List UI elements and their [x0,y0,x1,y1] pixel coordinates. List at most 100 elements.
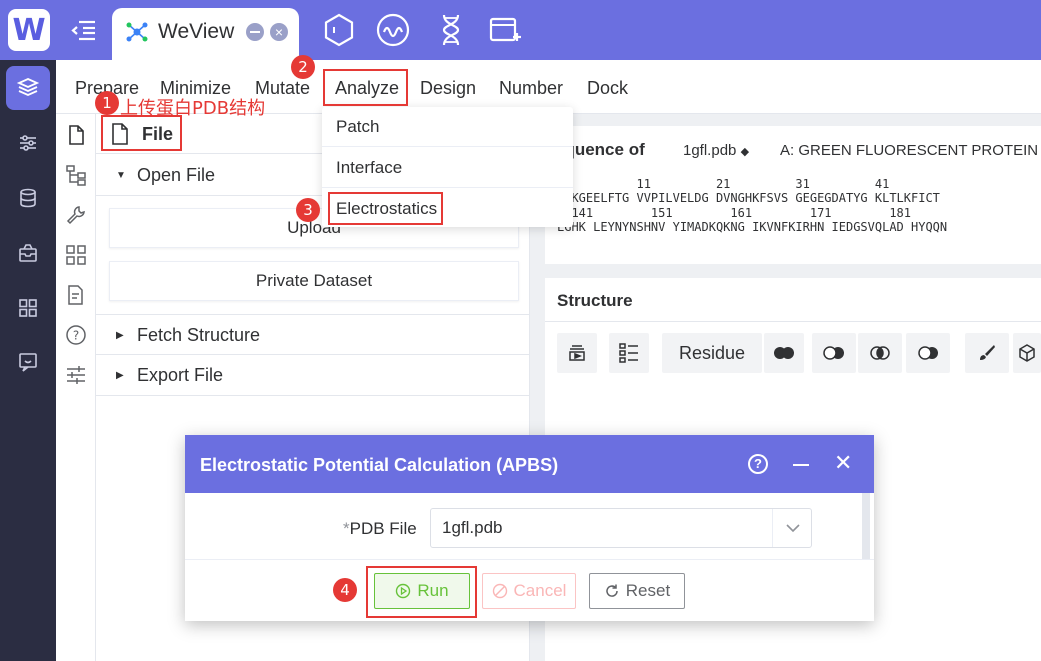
brush-icon [980,345,995,360]
list-view-button[interactable] [609,333,649,373]
open-file-label: Open File [137,165,216,185]
style-overlap-button[interactable] [858,333,902,373]
spheres-overlap-icon [870,346,890,360]
spheres-outline-icon [918,346,938,360]
sidebar-item-chat[interactable] [6,340,50,384]
sequence-chain-value: A: GREEN FLUORESCENT PROTEIN [780,142,1039,159]
grid-small-icon[interactable] [65,244,87,266]
divider [185,559,874,560]
menu-dock[interactable]: Dock [587,78,628,99]
hexagon-tool-icon[interactable] [321,12,357,48]
style-spacefill-button[interactable] [764,333,804,373]
panel-icon-column: ? [56,114,96,661]
reset-label: Reset [625,581,671,600]
document-export-icon[interactable] [65,284,87,306]
chevron-down-icon [786,524,800,533]
highlight-electrostatics [328,192,443,225]
tab-title: WeView [158,20,235,43]
sequence-number-row: 141 151 161 171 181 [557,206,912,220]
tab-weview[interactable]: WeView × [112,8,299,60]
sequence-number-row: 11 21 31 41 [557,177,890,191]
pdb-file-label: *PDB File [343,519,417,539]
pdb-file-value: 1gfl.pdb [442,518,503,537]
sequence-chain-select[interactable]: A: GREEN FLUORESCENT PROTEIN ◆ [780,142,1041,159]
fetch-structure-label: Fetch Structure [137,325,261,345]
list-icon [619,343,638,363]
pdb-file-select[interactable]: 1gfl.pdb [430,508,812,548]
sidebar-item-database[interactable] [6,176,50,220]
structure-title: Structure [557,291,633,310]
cancel-button[interactable]: Cancel [482,573,576,609]
new-window-icon[interactable] [487,12,523,48]
layer-toggle-button[interactable] [557,333,597,373]
sidebar-item-tools[interactable] [6,121,50,165]
file-icon[interactable] [65,124,87,146]
ban-icon [492,583,507,599]
caret-down-icon: ▼ [116,170,126,181]
step-badge-1: 1 [95,91,119,115]
pdb-file-label-text: PDB File [349,519,417,538]
helix-circle-icon[interactable] [375,12,411,48]
cube-stack-icon [16,78,40,96]
select-separator [772,509,773,547]
settings-sliders-icon[interactable] [65,364,87,386]
sequence-residue-row: LGHK LEYNYNSHNV YIMADKQKNG IKVNFKIRHN IE… [557,220,948,234]
grid-icon [19,299,37,317]
sidebar-item-apps[interactable] [6,286,50,330]
cube-button[interactable] [1013,333,1041,373]
highlight-analyze [323,69,408,106]
cube-icon [1019,344,1035,362]
required-mark: * [343,519,350,538]
style-outline-button[interactable] [906,333,950,373]
sidebar-item-structure[interactable] [6,66,50,110]
menu-design[interactable]: Design [420,78,476,99]
export-file-section[interactable]: ▶ Export File [96,355,530,396]
fetch-structure-section[interactable]: ▶ Fetch Structure [96,314,530,355]
step-badge-2: 2 [291,55,315,79]
svg-text:?: ? [73,329,79,343]
step-badge-3: 3 [296,198,320,222]
spheres-half-icon [823,346,844,360]
apbs-dialog: Electrostatic Potential Calculation (APB… [185,435,874,621]
caret-right-icon: ▶ [116,370,124,381]
wrench-icon[interactable] [65,204,87,226]
dialog-scrollbar[interactable] [862,493,870,559]
reset-button[interactable]: Reset [589,573,685,609]
refresh-icon [606,584,618,597]
highlight-run [366,566,477,618]
step-badge-4: 4 [333,578,357,602]
divider [545,321,1041,322]
app-logo: W [8,9,50,51]
sequence-file-select[interactable]: 1gfl.pdb ◆ [683,142,749,159]
sequence-file-value: 1gfl.pdb [683,142,737,159]
menu-toggle-icon[interactable] [70,18,98,42]
highlight-file [101,115,182,151]
inbox-icon [19,244,37,262]
sort-caret-icon: ◆ [740,146,750,158]
menu-item-interface[interactable]: Interface [322,148,573,188]
layers-icon [569,345,585,361]
help-circle-icon[interactable]: ? [748,454,768,474]
minimize-icon[interactable] [793,464,809,466]
private-dataset-button[interactable]: Private Dataset [109,261,519,301]
caret-right-icon: ▶ [116,330,124,341]
molecule-icon [126,22,148,42]
help-icon[interactable]: ? [65,324,87,346]
chat-icon [19,353,37,372]
dna-icon[interactable] [433,12,469,48]
paint-button[interactable] [965,333,1009,373]
spheres-filled-icon [774,347,794,359]
menu-item-patch[interactable]: Patch [322,107,573,147]
dialog-title: Electrostatic Potential Calculation (APB… [200,455,559,475]
export-file-label: Export File [137,365,224,385]
close-icon[interactable]: ✕ [834,452,852,474]
style-ballstick-button[interactable] [812,333,856,373]
tree-icon[interactable] [65,164,87,186]
sliders-icon [20,135,36,151]
residue-select-button[interactable]: Residue [662,333,762,373]
sidebar-item-inbox[interactable] [6,231,50,275]
tab-close-button[interactable]: × [270,23,288,41]
database-icon [20,188,36,208]
tab-minimize-button[interactable] [246,23,264,41]
menu-number[interactable]: Number [499,78,563,99]
